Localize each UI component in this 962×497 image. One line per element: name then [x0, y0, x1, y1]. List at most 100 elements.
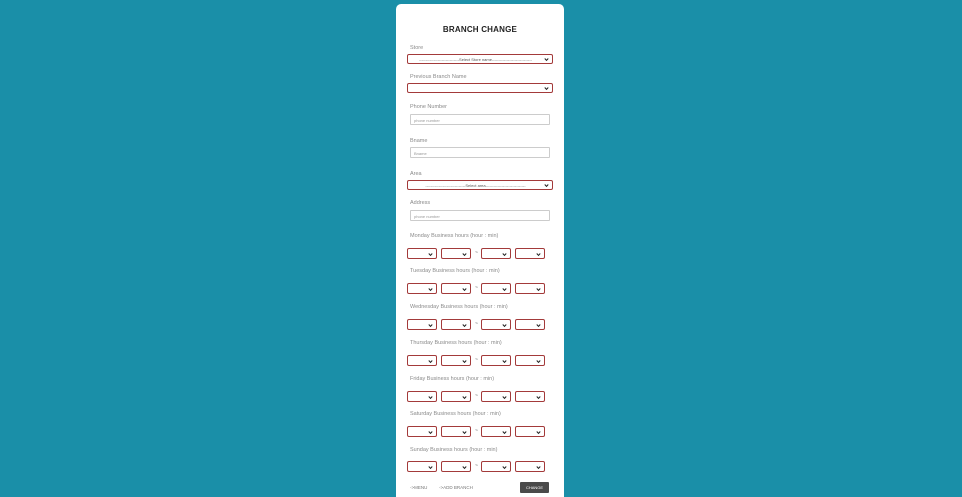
- chevron-down-icon: [502, 430, 507, 434]
- address-placeholder: phone number: [414, 213, 440, 219]
- wednesday-open-min-select[interactable]: [441, 319, 471, 330]
- friday-hours-label: Friday Business hours (hour : min): [410, 376, 495, 382]
- chevron-down-icon: [462, 252, 467, 256]
- chevron-down-icon: [536, 395, 541, 399]
- chevron-down-icon: [536, 252, 541, 256]
- hours-separator: ~: [475, 250, 478, 256]
- friday-open-min-select[interactable]: [441, 391, 471, 402]
- chevron-down-icon: [536, 359, 541, 363]
- friday-open-hour-select[interactable]: [407, 391, 437, 402]
- chevron-down-icon: [502, 323, 507, 327]
- tuesday-close-min-select[interactable]: [515, 283, 545, 294]
- bname-label: Bname: [410, 138, 428, 144]
- chevron-down-icon: [502, 465, 507, 469]
- hours-separator: ~: [475, 393, 478, 399]
- branch-change-form: BRANCH CHANGE Store --------------------…: [396, 4, 564, 497]
- chevron-down-icon: [502, 395, 507, 399]
- bname-placeholder: Bname: [414, 150, 427, 156]
- thursday-hours-label: Thursday Business hours (hour : min): [410, 340, 502, 346]
- friday-close-hour-select[interactable]: [481, 391, 511, 402]
- tuesday-close-hour-select[interactable]: [481, 283, 511, 294]
- thursday-open-min-select[interactable]: [441, 355, 471, 366]
- thursday-open-hour-select[interactable]: [407, 355, 437, 366]
- chevron-down-icon: [544, 58, 549, 62]
- menu-link[interactable]: ->MENU: [410, 485, 427, 490]
- chevron-down-icon: [536, 465, 541, 469]
- tuesday-open-hour-select[interactable]: [407, 283, 437, 294]
- bname-input[interactable]: Bname: [410, 147, 550, 158]
- monday-hours-row: ~: [407, 248, 547, 259]
- chevron-down-icon: [428, 395, 433, 399]
- chevron-down-icon: [428, 287, 433, 291]
- chevron-down-icon: [502, 359, 507, 363]
- area-select[interactable]: ------------------------------Select are…: [407, 180, 553, 190]
- chevron-down-icon: [544, 87, 549, 91]
- thursday-hours-row: ~: [407, 355, 547, 366]
- wednesday-open-hour-select[interactable]: [407, 319, 437, 330]
- friday-hours-row: ~: [407, 391, 547, 402]
- chevron-down-icon: [536, 323, 541, 327]
- monday-close-hour-select[interactable]: [481, 248, 511, 259]
- saturday-close-min-select[interactable]: [515, 426, 545, 437]
- hours-separator: ~: [475, 285, 478, 291]
- hours-separator: ~: [475, 428, 478, 434]
- phone-label: Phone Number: [410, 104, 447, 110]
- saturday-open-min-select[interactable]: [441, 426, 471, 437]
- monday-hours-label: Monday Business hours (hour : min): [410, 233, 499, 239]
- change-button[interactable]: CHANGE: [520, 482, 549, 493]
- chevron-down-icon: [428, 430, 433, 434]
- saturday-hours-label: Saturday Business hours (hour : min): [410, 411, 501, 417]
- previous-branch-label: Previous Branch Name: [410, 74, 467, 80]
- chevron-down-icon: [462, 323, 467, 327]
- chevron-down-icon: [462, 359, 467, 363]
- wednesday-hours-row: ~: [407, 319, 547, 330]
- monday-close-min-select[interactable]: [515, 248, 545, 259]
- hours-separator: ~: [475, 357, 478, 363]
- chevron-down-icon: [462, 395, 467, 399]
- wednesday-close-hour-select[interactable]: [481, 319, 511, 330]
- saturday-open-hour-select[interactable]: [407, 426, 437, 437]
- store-select[interactable]: ------------------------------Select Sto…: [407, 54, 553, 64]
- wednesday-hours-label: Wednesday Business hours (hour : min): [410, 304, 508, 310]
- tuesday-hours-row: ~: [407, 283, 547, 294]
- store-label: Store: [410, 45, 424, 51]
- chevron-down-icon: [428, 323, 433, 327]
- phone-placeholder: phone number: [414, 117, 440, 123]
- phone-input[interactable]: phone number: [410, 114, 550, 125]
- sunday-close-hour-select[interactable]: [481, 461, 511, 472]
- sunday-hours-row: ~: [407, 461, 547, 472]
- chevron-down-icon: [536, 287, 541, 291]
- thursday-close-hour-select[interactable]: [481, 355, 511, 366]
- sunday-open-hour-select[interactable]: [407, 461, 437, 472]
- chevron-down-icon: [536, 430, 541, 434]
- sunday-hours-label: Sunday Business hours (hour : min): [410, 447, 498, 453]
- sunday-open-min-select[interactable]: [441, 461, 471, 472]
- chevron-down-icon: [428, 359, 433, 363]
- form-title: BRANCH CHANGE: [442, 25, 518, 34]
- saturday-hours-row: ~: [407, 426, 547, 437]
- add-branch-link[interactable]: ->ADD BRANCH: [439, 485, 473, 490]
- store-select-value: ------------------------------Select Sto…: [419, 56, 532, 62]
- address-label: Address: [410, 200, 431, 206]
- saturday-close-hour-select[interactable]: [481, 426, 511, 437]
- chevron-down-icon: [462, 430, 467, 434]
- chevron-down-icon: [428, 252, 433, 256]
- tuesday-open-min-select[interactable]: [441, 283, 471, 294]
- friday-close-min-select[interactable]: [515, 391, 545, 402]
- hours-separator: ~: [475, 463, 478, 469]
- thursday-close-min-select[interactable]: [515, 355, 545, 366]
- previous-branch-select[interactable]: [407, 83, 553, 93]
- hours-separator: ~: [475, 321, 478, 327]
- monday-open-hour-select[interactable]: [407, 248, 437, 259]
- chevron-down-icon: [502, 252, 507, 256]
- tuesday-hours-label: Tuesday Business hours (hour : min): [410, 268, 500, 274]
- chevron-down-icon: [462, 287, 467, 291]
- wednesday-close-min-select[interactable]: [515, 319, 545, 330]
- chevron-down-icon: [462, 465, 467, 469]
- monday-open-min-select[interactable]: [441, 248, 471, 259]
- chevron-down-icon: [502, 287, 507, 291]
- area-label: Area: [410, 171, 422, 177]
- chevron-down-icon: [544, 184, 549, 188]
- address-input[interactable]: phone number: [410, 210, 550, 221]
- sunday-close-min-select[interactable]: [515, 461, 545, 472]
